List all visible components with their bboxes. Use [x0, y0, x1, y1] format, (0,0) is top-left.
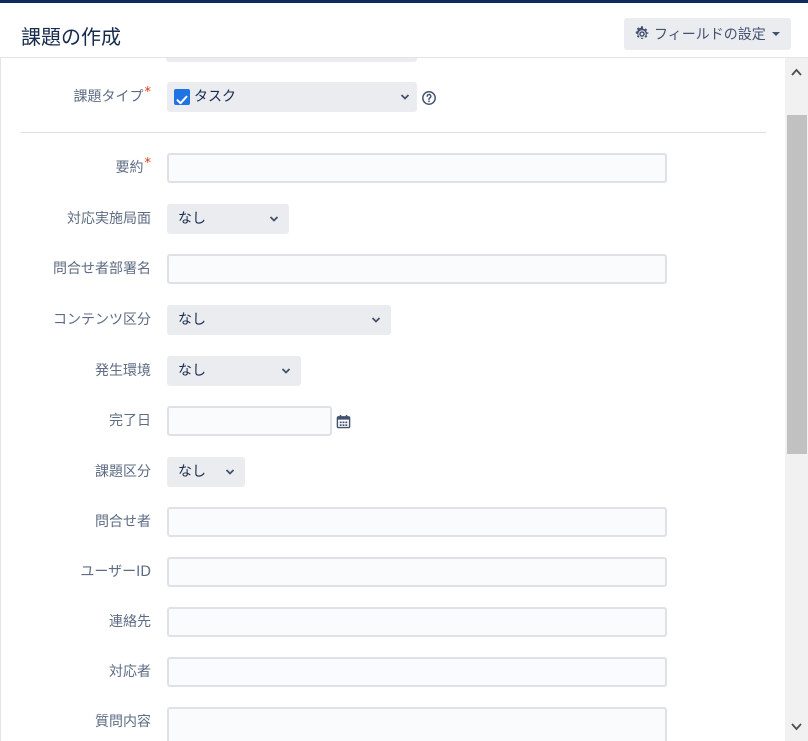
issue-category-row: 課題区分 なし — [1, 457, 785, 487]
inquirer-label: 問合せ者 — [95, 514, 151, 530]
environment-value: なし — [178, 363, 206, 379]
issue-category-label: 課題区分 — [95, 464, 151, 480]
task-checkbox-icon — [174, 89, 190, 105]
response-phase-row: 対応実施局面 なし — [1, 204, 785, 234]
content-category-row: コンテンツ区分 なし — [1, 305, 785, 335]
chevron-down-icon — [400, 94, 410, 100]
chevron-down-icon — [371, 317, 381, 323]
issue-type-row: 課題タイプ* タスク — [1, 82, 785, 112]
required-mark: * — [144, 156, 152, 171]
chevron-down-icon — [281, 368, 291, 374]
required-mark: * — [144, 85, 152, 100]
due-date-label: 完了日 — [109, 413, 151, 429]
user-id-row: ユーザーID — [1, 557, 785, 587]
vertical-scrollbar[interactable] — [785, 58, 808, 741]
issue-category-select[interactable]: なし — [167, 457, 245, 487]
chevron-down-icon — [225, 469, 235, 475]
user-id-input[interactable] — [167, 557, 667, 587]
project-select-partial[interactable] — [166, 58, 417, 62]
contact-row: 連絡先 — [1, 607, 785, 637]
due-date-input[interactable] — [167, 406, 332, 436]
assignee-row: 対応者 — [1, 657, 785, 687]
content-category-value: なし — [178, 312, 206, 328]
inquirer-dept-row: 問合せ者部署名 — [1, 254, 785, 284]
assignee-input[interactable] — [167, 657, 667, 687]
scrollbar-thumb[interactable] — [787, 115, 807, 454]
scroll-down-arrow-icon[interactable] — [785, 713, 808, 741]
inquirer-input[interactable] — [167, 507, 667, 537]
inquirer-dept-input[interactable] — [167, 254, 667, 284]
content-category-label: コンテンツ区分 — [53, 312, 151, 328]
question-label: 質問内容 — [95, 714, 151, 730]
inquirer-dept-label: 問合せ者部署名 — [53, 261, 151, 277]
summary-row: 要約* — [1, 153, 785, 183]
question-row: 質問内容 — [1, 707, 785, 741]
scroll-up-arrow-icon[interactable] — [785, 58, 808, 86]
caret-down-icon — [771, 32, 780, 36]
issue-type-select[interactable]: タスク — [167, 82, 417, 112]
question-textarea[interactable] — [167, 707, 667, 741]
response-phase-value: なし — [178, 211, 206, 227]
issue-type-value: タスク — [194, 89, 236, 105]
due-date-row: 完了日 — [1, 406, 785, 436]
environment-label: 発生環境 — [95, 363, 151, 379]
calendar-icon[interactable] — [336, 414, 351, 429]
section-divider — [21, 132, 766, 133]
summary-input[interactable] — [167, 153, 667, 183]
inquirer-row: 問合せ者 — [1, 507, 785, 537]
assignee-label: 対応者 — [109, 664, 151, 680]
summary-label: 要約* — [115, 156, 152, 176]
response-phase-select[interactable]: なし — [167, 204, 289, 234]
environment-select[interactable]: なし — [167, 356, 301, 386]
environment-row: 発生環境 なし — [1, 356, 785, 386]
dialog-title: 課題の作成 — [21, 25, 121, 49]
gear-icon — [635, 26, 649, 39]
chevron-down-icon — [269, 216, 279, 222]
form-body[interactable]: 課題タイプ* タスク 要約* 対応実施局面 なし 問合せ者部署名 コンテンツ区分… — [0, 58, 785, 741]
configure-fields-label: フィールドの設定 — [654, 27, 766, 43]
contact-label: 連絡先 — [109, 614, 151, 630]
issue-category-value: なし — [178, 464, 206, 480]
response-phase-label: 対応実施局面 — [67, 211, 151, 227]
contact-input[interactable] — [167, 607, 667, 637]
issue-type-label: 課題タイプ* — [73, 85, 152, 105]
user-id-label: ユーザーID — [80, 564, 151, 580]
help-icon[interactable] — [421, 90, 437, 106]
dialog-header: 課題の作成 フィールドの設定 — [0, 3, 808, 58]
configure-fields-button[interactable]: フィールドの設定 — [624, 18, 791, 50]
content-category-select[interactable]: なし — [167, 305, 391, 335]
